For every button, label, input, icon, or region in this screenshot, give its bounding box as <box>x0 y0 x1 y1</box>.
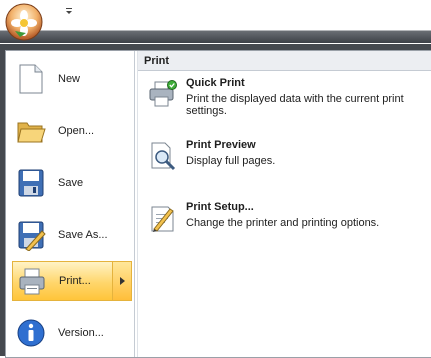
submenu-item-description: Display full pages. <box>186 155 276 167</box>
folder-open-icon <box>17 122 46 143</box>
menu-item-print[interactable]: Print... <box>12 261 132 301</box>
submenu-item-description: Change the printer and printing options. <box>186 217 380 229</box>
menu-item-save[interactable]: Save <box>12 159 132 207</box>
menu-panel: New Open... Save Save As... Print... Ver… <box>5 50 431 358</box>
menu-item-label: Print... <box>59 275 91 287</box>
submenu-header: Print <box>138 51 431 71</box>
document-icon <box>19 64 43 94</box>
submenu-expand-button[interactable] <box>112 262 131 300</box>
quick-access-dropdown-icon[interactable] <box>64 6 74 16</box>
application-orb-icon[interactable] <box>4 2 44 42</box>
menu-item-label: New <box>58 73 81 85</box>
menu-item-label: Open... <box>58 125 95 137</box>
chevron-right-icon <box>119 277 125 285</box>
floppy-disk-icon <box>18 169 44 197</box>
submenu-item-title: Print Setup... <box>186 201 254 213</box>
submenu-item-title: Print Preview <box>186 139 256 151</box>
menu-item-open[interactable]: Open... <box>12 107 132 155</box>
application-menu: New Open... Save Save As... Print... Ver… <box>0 44 431 358</box>
menu-item-label: Save <box>58 177 84 189</box>
submenu-item-print-setup[interactable]: Print Setup... Change the printer and pr… <box>142 201 430 241</box>
print-submenu: Print Quick Print Print the displayed da… <box>137 51 431 357</box>
menu-item-label: Version... <box>58 327 104 339</box>
submenu-item-title: Quick Print <box>186 77 245 89</box>
menu-item-version[interactable]: Version... <box>12 309 132 357</box>
menu-item-label: Save As... <box>58 229 108 241</box>
printer-icon <box>19 268 45 295</box>
submenu-item-description: Print the displayed data with the curren… <box>186 93 404 117</box>
info-icon <box>17 319 45 347</box>
submenu-item-print-preview[interactable]: Print Preview Display full pages. <box>142 139 430 179</box>
print-setup-icon <box>151 206 174 232</box>
print-preview-icon <box>151 142 176 171</box>
quick-print-icon <box>149 80 177 107</box>
menu-item-new[interactable]: New <box>12 55 132 103</box>
menu-command-list: New Open... Save Save As... Print... Ver… <box>6 51 135 357</box>
save-as-icon <box>18 221 46 251</box>
submenu-item-quick-print[interactable]: Quick Print Print the displayed data wit… <box>142 77 430 125</box>
menu-item-save-as[interactable]: Save As... <box>12 211 132 259</box>
